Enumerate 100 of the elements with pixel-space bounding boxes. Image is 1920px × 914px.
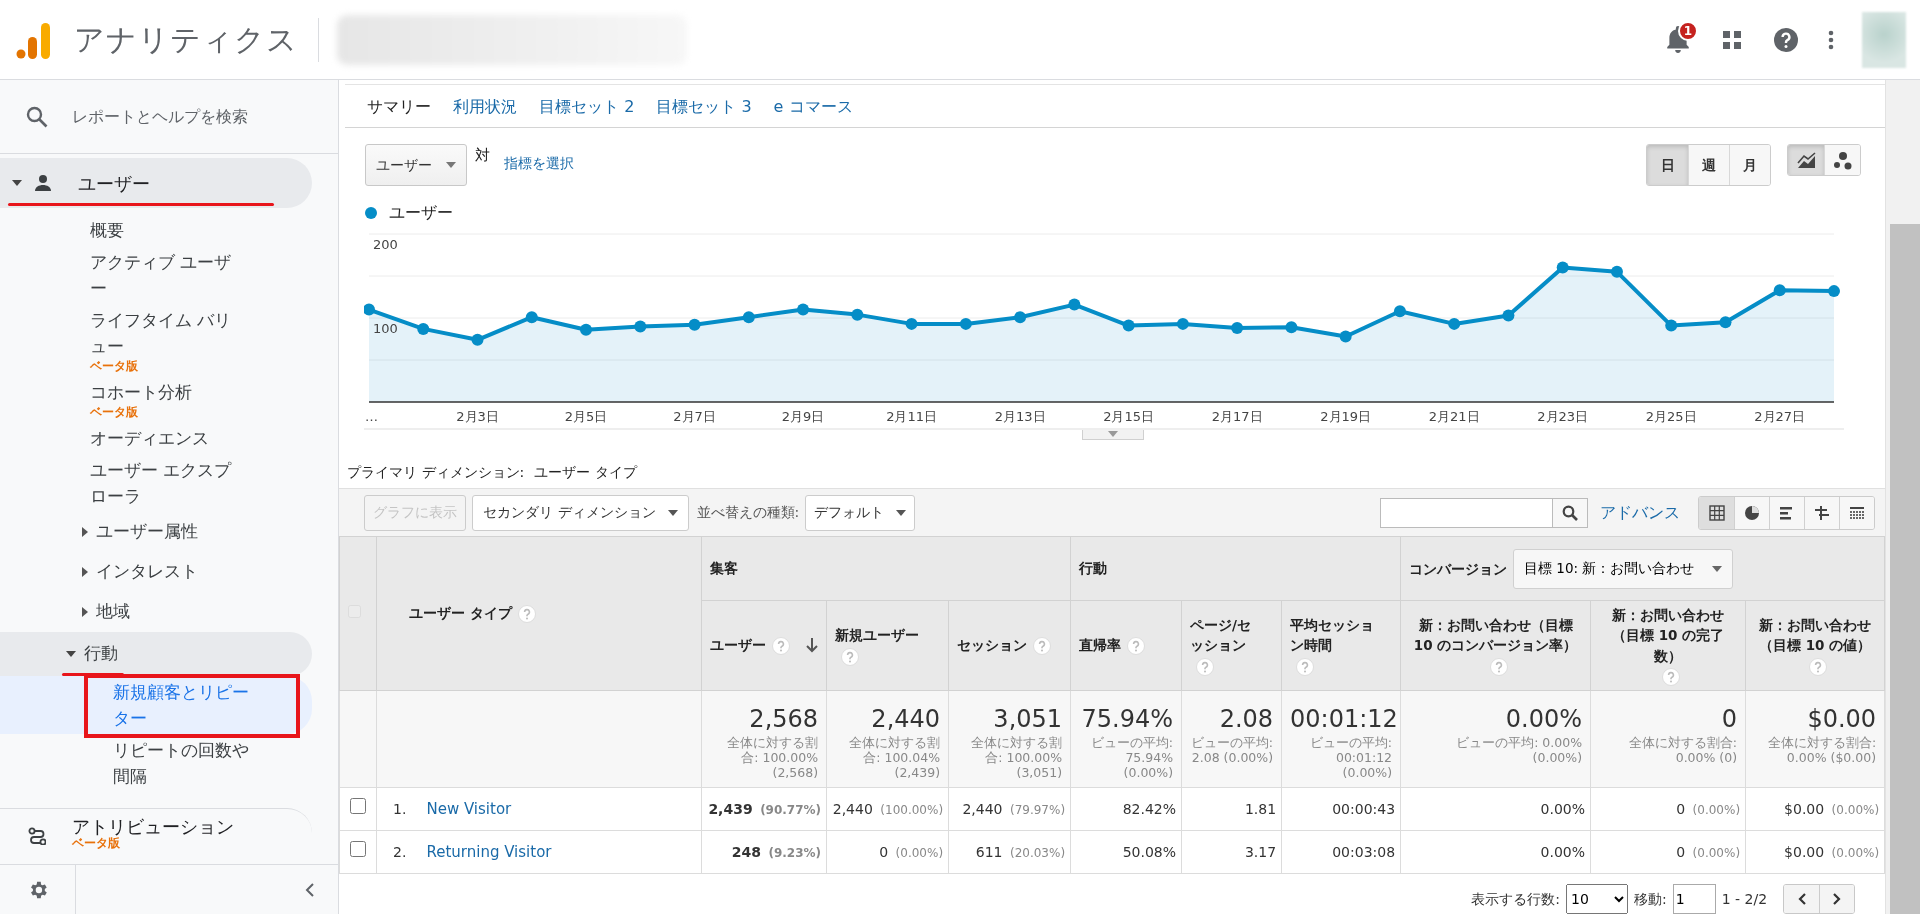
collapse-chevron-icon[interactable] <box>305 882 315 897</box>
comparison-icon <box>1814 504 1831 521</box>
chart-collapse-handle[interactable] <box>1082 430 1145 440</box>
data-point[interactable] <box>688 318 701 331</box>
data-point[interactable] <box>1828 285 1841 298</box>
caret-icon[interactable] <box>446 162 457 169</box>
chevron-right-icon <box>1833 893 1842 905</box>
data-point[interactable] <box>1394 305 1406 318</box>
nav-item[interactable]: ユーザー エクスプローラ <box>0 454 312 512</box>
view-button[interactable] <box>1699 496 1735 529</box>
row-checkbox[interactable] <box>350 798 367 814</box>
report-tab[interactable]: サマリー <box>367 95 432 128</box>
data-point[interactable] <box>1339 330 1352 343</box>
nav-section[interactable]: ユーザー <box>0 158 312 208</box>
nav-group[interactable]: 地域 <box>0 592 312 632</box>
data-point[interactable] <box>1773 284 1786 297</box>
nav-item[interactable]: オーディエンス <box>0 422 312 454</box>
row-link[interactable]: Returning Visitor <box>426 842 552 861</box>
data-point[interactable] <box>1556 261 1569 274</box>
axis-label: 2月19日 <box>1320 409 1372 425</box>
legend-label: ユーザー <box>389 201 454 224</box>
report-tab[interactable]: 目標セット 2 <box>539 95 635 128</box>
search-icon[interactable] <box>26 105 48 128</box>
axis-label: 2月5日 <box>564 409 608 425</box>
granularity-button[interactable]: 週 <box>1688 145 1730 186</box>
table-search-field[interactable] <box>1380 497 1553 528</box>
nav-group[interactable]: インタレスト <box>0 552 312 592</box>
rows-select[interactable]: 10 <box>1566 884 1628 914</box>
chart-type-button[interactable] <box>1788 145 1825 176</box>
primary-dimension-label: プライマリ ディメンション: <box>347 462 525 482</box>
data-point[interactable] <box>1014 311 1027 324</box>
total-value: 3,051 <box>992 704 1063 735</box>
data-point[interactable] <box>1611 265 1624 278</box>
report-tab[interactable]: 目標セット 3 <box>656 95 752 128</box>
data-point[interactable] <box>471 333 484 346</box>
total-note: 全体に対する割合: 100.04% (2,439) <box>848 735 941 780</box>
data-point[interactable] <box>417 323 430 336</box>
granularity-button[interactable]: 月 <box>1729 145 1771 186</box>
data-point[interactable] <box>1448 318 1461 330</box>
caret-icon[interactable] <box>896 509 907 516</box>
row-link[interactable]: New Visitor <box>426 799 512 818</box>
data-point[interactable] <box>959 318 972 330</box>
search-button[interactable] <box>1552 497 1589 528</box>
secondary-dimension-dropdown[interactable]: セカンダリ ディメンション <box>472 494 689 531</box>
chart-type-button[interactable] <box>1824 145 1861 176</box>
data-point[interactable] <box>742 311 755 324</box>
view-button[interactable] <box>1839 496 1875 529</box>
goto-field[interactable]: 1 <box>1672 884 1716 914</box>
prev-button[interactable] <box>1784 885 1820 913</box>
data-point[interactable] <box>797 303 810 316</box>
nav-item[interactable]: ライフタイム バリュー ベータ版 <box>0 304 312 376</box>
data-point[interactable] <box>1122 319 1135 332</box>
data-point[interactable] <box>364 303 376 316</box>
sort-arrow-icon[interactable] <box>806 637 819 654</box>
data-point[interactable] <box>1665 319 1678 332</box>
sort-dropdown[interactable]: デフォルト <box>805 494 916 531</box>
axis-label: 2月25日 <box>1645 409 1697 425</box>
advanced-link[interactable]: アドバンス <box>1600 500 1681 525</box>
column-label: 新：お問い合わせ（目標 10 のコンバージョン率） <box>1413 617 1578 654</box>
granularity-button[interactable]: 日 <box>1647 145 1689 186</box>
data-point[interactable] <box>851 308 864 321</box>
caret-icon[interactable] <box>1712 565 1723 572</box>
goal-dropdown[interactable]: 目標 10: 新：お問い合わせ <box>1513 548 1734 589</box>
data-point[interactable] <box>1502 309 1515 322</box>
data-point[interactable] <box>580 323 593 336</box>
select-metric-link[interactable]: 指標を選択 <box>504 153 575 175</box>
nav-item[interactable]: 概要 <box>0 214 312 246</box>
total-value: 0 <box>1720 704 1738 735</box>
apps-grid-icon[interactable] <box>1722 29 1742 50</box>
data-point[interactable] <box>1176 318 1189 330</box>
nav-item[interactable]: リピートの回数や間隔 <box>0 734 312 792</box>
nav-item[interactable]: アクティブ ユーザー <box>0 246 312 304</box>
data-point[interactable] <box>905 318 918 330</box>
nav-section-label: アトリビューション <box>72 815 235 837</box>
nav-item[interactable]: コホート分析 ベータ版 <box>0 376 312 422</box>
caret-right-icon <box>82 527 88 537</box>
search-field[interactable]: レポートとヘルプを検索 <box>70 103 320 130</box>
data-point[interactable] <box>1231 322 1244 335</box>
more-icon[interactable] <box>1828 29 1834 50</box>
total-value: 2.08 <box>1218 704 1274 735</box>
next-button[interactable] <box>1819 885 1855 913</box>
caret-icon[interactable] <box>667 509 678 516</box>
caret-down-icon <box>66 651 76 657</box>
row-checkbox[interactable] <box>350 841 367 857</box>
report-tab[interactable]: 利用状況 <box>453 95 518 128</box>
metric-dropdown[interactable]: ユーザー <box>365 144 468 187</box>
scrollbar-thumb[interactable] <box>1890 224 1920 914</box>
report-tab[interactable]: e コマース <box>773 95 853 128</box>
nav-group[interactable]: ユーザー属性 <box>0 512 312 552</box>
nav-group[interactable]: 行動 <box>0 632 312 676</box>
data-point[interactable] <box>1068 298 1081 311</box>
caret-right-icon <box>82 567 88 577</box>
total-value: 2,440 <box>870 704 941 735</box>
help-icon[interactable] <box>1773 26 1799 53</box>
logo-icon <box>16 20 52 59</box>
data-point[interactable] <box>634 320 647 333</box>
data-point[interactable] <box>525 311 538 324</box>
data-point[interactable] <box>1285 321 1298 334</box>
nav-section[interactable]: アトリビューション ベータ版 <box>0 808 312 864</box>
data-point[interactable] <box>1719 316 1732 329</box>
